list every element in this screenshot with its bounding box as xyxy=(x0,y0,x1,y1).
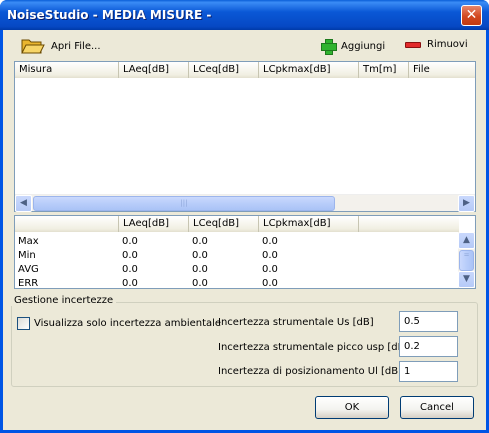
scrollbar-thumb[interactable]: ||| xyxy=(33,196,335,211)
stat-lceq: 0.0 xyxy=(192,278,208,288)
ambient-only-checkbox[interactable] xyxy=(17,317,30,330)
plus-icon xyxy=(321,39,337,55)
column-header-file[interactable]: File xyxy=(409,62,475,78)
open-file-label: Apri File... xyxy=(51,40,101,52)
add-button[interactable]: Aggiungi xyxy=(321,39,386,55)
ambient-only-label[interactable]: Visualizza solo incertezza ambientale xyxy=(34,318,221,329)
stat-laeq: 0.0 xyxy=(122,250,138,261)
stat-lceq: 0.0 xyxy=(192,250,208,261)
minus-icon xyxy=(405,41,421,48)
instrumental-uncertainty-input[interactable]: 0.5 xyxy=(399,311,458,332)
remove-button[interactable]: Rimuovi xyxy=(405,39,468,50)
window-title: NoiseStudio - MEDIA MISURE - xyxy=(7,8,212,22)
title-bar[interactable]: NoiseStudio - MEDIA MISURE - ✕ xyxy=(0,0,489,30)
open-file-button[interactable]: Apri File... xyxy=(21,37,101,55)
stat-label: Min xyxy=(18,250,36,261)
table-row[interactable]: AVG 0.0 0.0 0.0 xyxy=(15,263,339,277)
stat-laeq: 0.0 xyxy=(122,236,138,247)
position-uncertainty-label: Incertezza di posizionamento Ul [dB] xyxy=(218,366,403,377)
ok-button[interactable]: OK xyxy=(315,396,389,419)
stat-lcpkmax: 0.0 xyxy=(262,250,278,261)
table-row[interactable]: Min 0.0 0.0 0.0 xyxy=(15,249,339,263)
peak-uncertainty-input[interactable]: 0.2 xyxy=(399,336,458,357)
instrumental-uncertainty-label: Incertezza strumentale Us [dB] xyxy=(218,317,374,328)
column-header-lcpkmax[interactable]: LCpkmax[dB] xyxy=(259,62,359,78)
stat-label: Max xyxy=(18,236,39,247)
stat-label: AVG xyxy=(18,264,39,275)
stat-lceq: 0.0 xyxy=(192,264,208,275)
table-row[interactable]: ERR 0.0 0.0 0.0 xyxy=(15,277,339,288)
statistics-list-header: LAeq[dB] LCeq[dB] LCpkmax[dB] xyxy=(15,216,459,232)
remove-label: Rimuovi xyxy=(427,39,468,50)
stats-column-header-lceq[interactable]: LCeq[dB] xyxy=(189,216,259,232)
statistics-vertical-scrollbar[interactable]: ▲ = ▼ xyxy=(458,232,475,288)
uncertainty-group-title: Gestione incertezze xyxy=(11,295,117,306)
stat-laeq: 0.0 xyxy=(122,278,138,288)
column-header-laeq[interactable]: LAeq[dB] xyxy=(119,62,189,78)
stats-column-header-laeq[interactable]: LAeq[dB] xyxy=(119,216,189,232)
dialog-window: NoiseStudio - MEDIA MISURE - ✕ Apri File… xyxy=(0,0,489,433)
stat-lcpkmax: 0.0 xyxy=(262,264,278,275)
cancel-button[interactable]: Cancel xyxy=(400,396,474,419)
stat-laeq: 0.0 xyxy=(122,264,138,275)
column-header-misura[interactable]: Misura xyxy=(15,62,119,78)
peak-uncertainty-label: Incertezza strumentale picco usp [dB] xyxy=(218,342,409,353)
scroll-left-icon[interactable]: ◀ xyxy=(15,195,32,212)
scrollbar-thumb[interactable]: = xyxy=(459,250,474,271)
dialog-client-area: Apri File... Aggiungi Rimuovi Misura LAe… xyxy=(3,30,486,430)
scroll-down-icon[interactable]: ▼ xyxy=(458,271,475,288)
folder-icon xyxy=(21,37,45,55)
scroll-right-icon[interactable]: ▶ xyxy=(458,195,475,212)
table-row[interactable]: Max 0.0 0.0 0.0 xyxy=(15,235,339,249)
add-label: Aggiungi xyxy=(341,40,386,52)
column-header-tm[interactable]: Tm[m] xyxy=(359,62,409,78)
measures-list[interactable]: Misura LAeq[dB] LCeq[dB] LCpkmax[dB] Tm[… xyxy=(14,61,476,212)
scroll-up-icon[interactable]: ▲ xyxy=(458,232,475,249)
stats-column-header-empty[interactable] xyxy=(359,216,459,232)
measures-list-header: Misura LAeq[dB] LCeq[dB] LCpkmax[dB] Tm[… xyxy=(15,62,475,78)
measures-horizontal-scrollbar[interactable]: ◀ ||| ▶ xyxy=(15,194,475,212)
position-uncertainty-input[interactable]: 1 xyxy=(399,361,458,382)
stat-lceq: 0.0 xyxy=(192,236,208,247)
statistics-list[interactable]: LAeq[dB] LCeq[dB] LCpkmax[dB] Max 0.0 0.… xyxy=(14,215,476,289)
column-header-lceq[interactable]: LCeq[dB] xyxy=(189,62,259,78)
stats-column-header-name[interactable] xyxy=(15,216,119,232)
stat-label: ERR xyxy=(18,278,39,288)
stat-lcpkmax: 0.0 xyxy=(262,278,278,288)
close-button[interactable]: ✕ xyxy=(461,5,482,26)
stat-lcpkmax: 0.0 xyxy=(262,236,278,247)
stats-column-header-lcpkmax[interactable]: LCpkmax[dB] xyxy=(259,216,359,232)
